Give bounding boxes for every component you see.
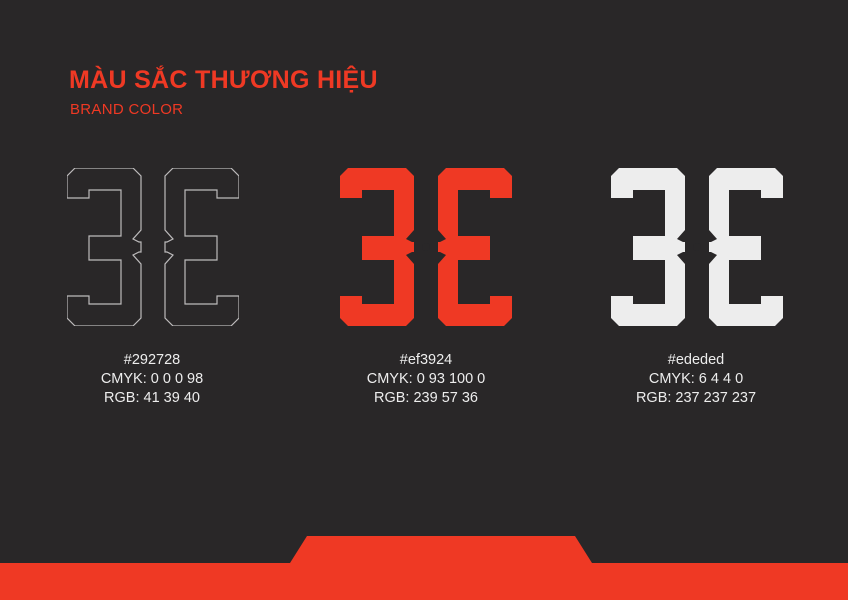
page-subtitle: BRAND COLOR [70,101,184,118]
page-title: MÀU SẮC THƯƠNG HIỆU [69,66,378,94]
color-hex: #ededed [667,352,725,368]
color-rgb: RGB: 237 237 237 [635,390,757,406]
color-cmyk: CMYK: 0 93 100 0 [366,371,486,387]
color-hex: #ef3924 [399,352,453,368]
color-cmyk: CMYK: 0 0 0 98 [100,371,204,387]
color-info-light: #ededed CMYK: 6 4 4 0 RGB: 237 237 237 [586,351,806,408]
brand-logo-light-icon [611,168,783,326]
color-hex: #292728 [123,352,181,368]
color-info-red: #ef3924 CMYK: 0 93 100 0 RGB: 239 57 36 [316,351,536,408]
brand-logo-red-icon [340,168,512,326]
brand-logo-outline-icon [67,168,239,326]
footer-bar [0,536,848,600]
color-info-dark: #292728 CMYK: 0 0 0 98 RGB: 41 39 40 [42,351,262,408]
color-cmyk: CMYK: 6 4 4 0 [648,371,744,387]
logo-swatch-dark [67,168,239,326]
color-rgb: RGB: 41 39 40 [104,390,200,406]
color-rgb: RGB: 239 57 36 [374,390,478,406]
logo-swatch-red [340,168,512,326]
logo-swatch-light [611,168,783,326]
